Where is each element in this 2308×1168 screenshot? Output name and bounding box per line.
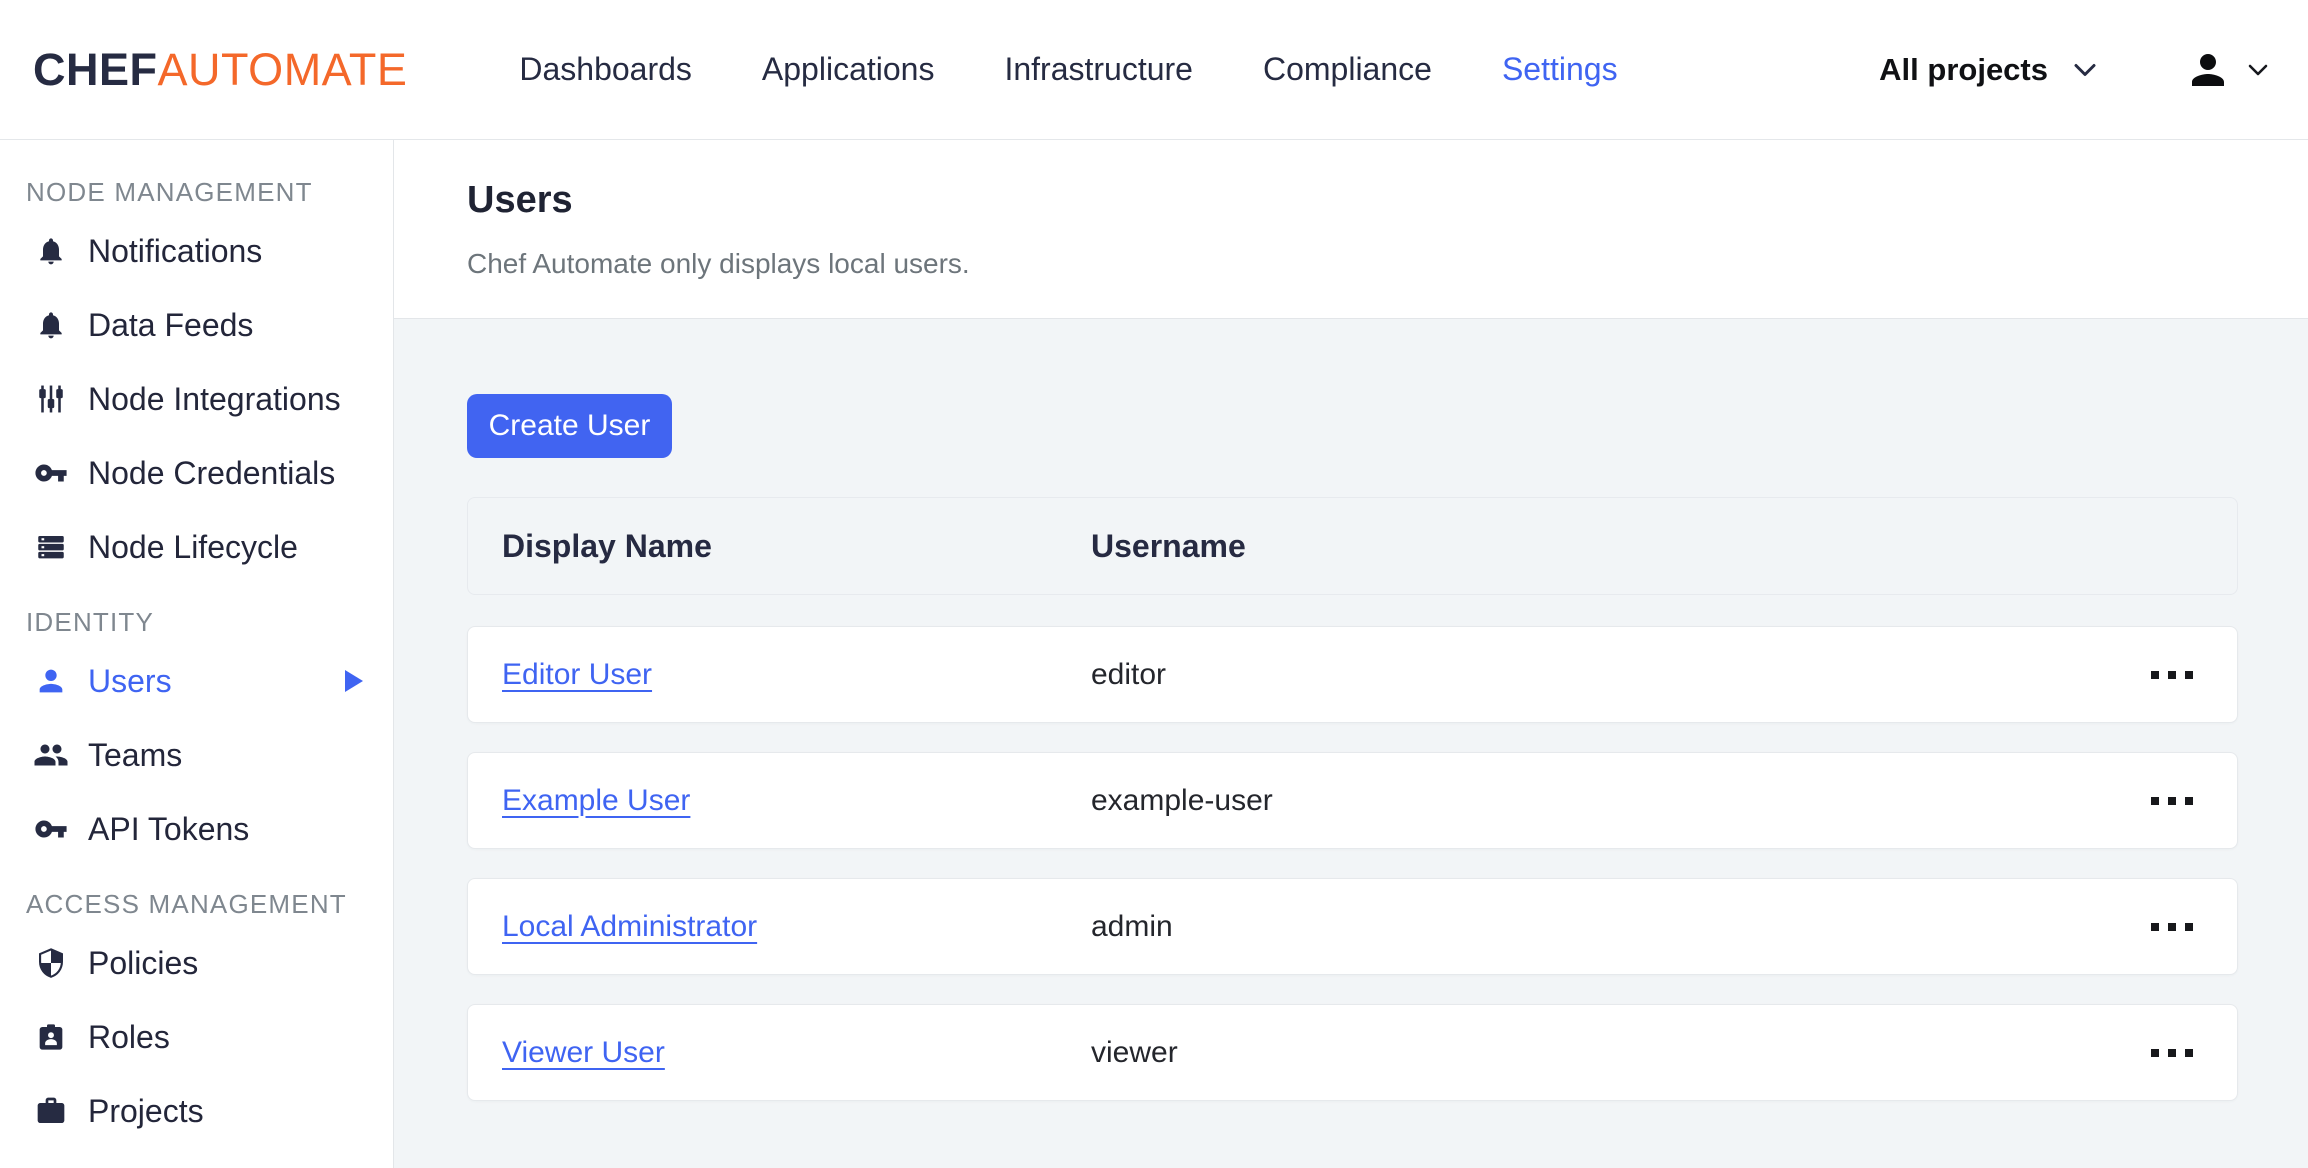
badge-icon <box>32 1021 70 1053</box>
people-icon <box>32 737 70 773</box>
sidebar-item-policies[interactable]: Policies <box>26 926 393 1000</box>
user-link-viewer-user[interactable]: Viewer User <box>502 1036 1091 1070</box>
table-row: Local Administrator admin <box>467 878 2238 975</box>
shield-icon <box>32 947 70 979</box>
users-content-area: Create User Display Name Username Editor… <box>394 318 2308 1168</box>
column-header-display-name: Display Name <box>502 527 712 564</box>
bell-icon <box>32 235 70 267</box>
table-row: Viewer User viewer <box>467 1004 2238 1101</box>
page-title: Users <box>467 179 573 221</box>
user-link-example-user[interactable]: Example User <box>502 784 1091 818</box>
main-content: Users Chef Automate only displays local … <box>394 140 2308 1168</box>
top-nav: Dashboards Applications Infrastructure C… <box>519 51 1617 88</box>
sidebar-item-label: Notifications <box>88 232 263 269</box>
row-more-actions-icon[interactable] <box>2147 911 2197 943</box>
projects-filter-label: All projects <box>1879 51 2048 87</box>
sidebar-item-label: Teams <box>88 736 183 773</box>
active-item-arrow-icon <box>345 670 363 692</box>
sidebar-item-label: Data Feeds <box>88 306 254 343</box>
briefcase-icon <box>32 1095 70 1127</box>
chevron-down-icon <box>2248 64 2268 75</box>
sliders-icon <box>32 382 70 416</box>
sidebar-item-users[interactable]: Users <box>26 644 393 718</box>
bell-icon <box>32 309 70 341</box>
row-more-actions-icon[interactable] <box>2147 785 2197 817</box>
settings-sidebar: NODE MANAGEMENT Notifications Data Feeds… <box>0 140 394 1168</box>
sidebar-item-label: Roles <box>88 1018 170 1055</box>
chevron-down-icon <box>2074 63 2096 76</box>
app-header: CHEFAUTOMATE Dashboards Applications Inf… <box>0 0 2308 140</box>
sidebar-item-projects[interactable]: Projects <box>26 1074 393 1148</box>
username-cell: admin <box>1091 909 1173 943</box>
row-more-actions-icon[interactable] <box>2147 1037 2197 1069</box>
username-cell: editor <box>1091 657 1167 691</box>
nav-item-infrastructure[interactable]: Infrastructure <box>1004 51 1193 88</box>
sidebar-item-data-feeds[interactable]: Data Feeds <box>26 288 393 362</box>
page-subtitle: Chef Automate only displays local users. <box>467 248 970 279</box>
sidebar-item-label: Node Lifecycle <box>88 528 298 565</box>
username-cell: example-user <box>1091 783 1273 817</box>
nav-item-compliance[interactable]: Compliance <box>1263 51 1432 88</box>
table-row: Editor User editor <box>467 626 2238 723</box>
sidebar-item-api-tokens[interactable]: API Tokens <box>26 792 393 866</box>
user-link-local-administrator[interactable]: Local Administrator <box>502 910 1091 944</box>
create-user-button[interactable]: Create User <box>467 394 672 458</box>
sidebar-item-label: Node Credentials <box>88 454 336 491</box>
sidebar-item-label: Users <box>88 662 172 699</box>
header-right: All projects <box>1879 46 2268 94</box>
sidebar-section-identity: IDENTITY <box>26 607 155 637</box>
sidebar-item-label: API Tokens <box>88 810 250 847</box>
person-icon <box>2192 53 2224 86</box>
sidebar-item-label: Node Integrations <box>88 380 341 417</box>
nav-item-settings[interactable]: Settings <box>1502 51 1618 88</box>
sidebar-item-node-lifecycle[interactable]: Node Lifecycle <box>26 510 393 584</box>
user-link-editor-user[interactable]: Editor User <box>502 658 1091 692</box>
sidebar-item-label: Policies <box>88 944 199 981</box>
sidebar-item-notifications[interactable]: Notifications <box>26 214 393 288</box>
user-menu[interactable] <box>2184 46 2268 94</box>
projects-filter-dropdown[interactable]: All projects <box>1879 52 2096 88</box>
users-table-header: Display Name Username <box>467 497 2238 595</box>
sidebar-item-roles[interactable]: Roles <box>26 1000 393 1074</box>
sidebar-item-node-integrations[interactable]: Node Integrations <box>26 362 393 436</box>
column-header-username: Username <box>1091 527 1246 564</box>
username-cell: viewer <box>1091 1035 1178 1069</box>
person-icon <box>32 664 70 698</box>
sidebar-item-label: Projects <box>88 1092 204 1129</box>
sidebar-section-node-management: NODE MANAGEMENT <box>26 177 313 207</box>
key-icon <box>32 456 70 490</box>
sidebar-section-access-management: ACCESS MANAGEMENT <box>26 889 347 919</box>
page-head: Users Chef Automate only displays local … <box>394 140 2308 318</box>
chef-automate-logo[interactable]: CHEFAUTOMATE <box>33 44 407 96</box>
key-icon <box>32 812 70 846</box>
logo-automate-text: AUTOMATE <box>157 43 408 95</box>
table-row: Example User example-user <box>467 752 2238 849</box>
sidebar-item-node-credentials[interactable]: Node Credentials <box>26 436 393 510</box>
nav-item-dashboards[interactable]: Dashboards <box>519 51 692 88</box>
row-more-actions-icon[interactable] <box>2147 659 2197 691</box>
logo-chef-text: CHEF <box>33 43 158 95</box>
sidebar-item-teams[interactable]: Teams <box>26 718 393 792</box>
nav-item-applications[interactable]: Applications <box>762 51 935 88</box>
server-stack-icon <box>32 530 70 564</box>
